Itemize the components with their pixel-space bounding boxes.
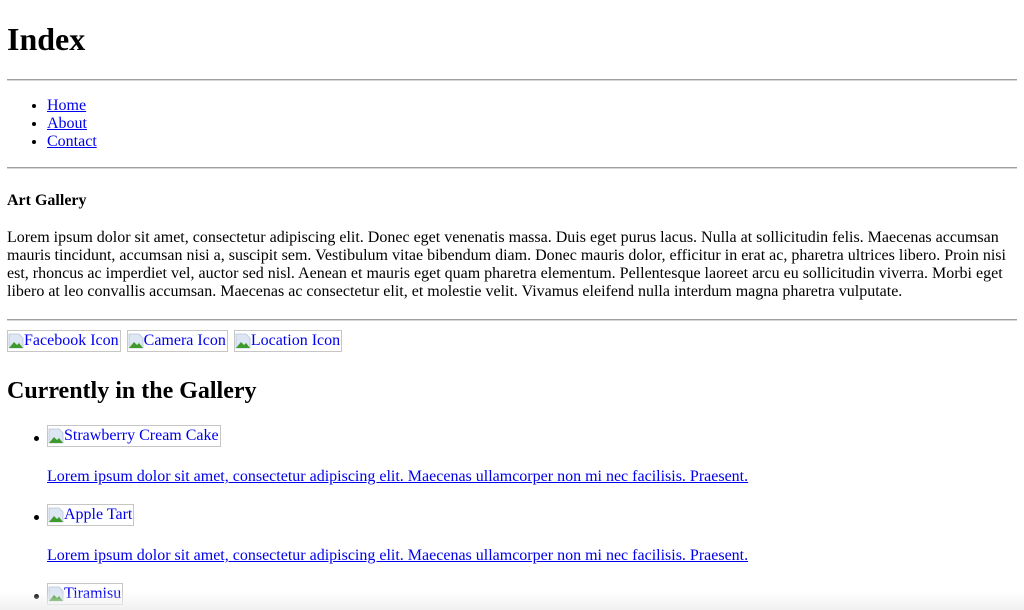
broken-image-icon bbox=[8, 333, 24, 349]
gallery-image-alt: Strawberry Cream Cake bbox=[64, 427, 219, 444]
divider bbox=[7, 167, 1017, 169]
section-heading: Art Gallery bbox=[7, 192, 87, 209]
camera-link[interactable]: Camera Icon bbox=[126, 330, 228, 352]
gallery-item: Tiramisu bbox=[34, 583, 1017, 607]
facebook-icon-alt: Facebook Icon bbox=[24, 332, 119, 349]
gallery-item: Strawberry Cream Cake Lorem ipsum dolor … bbox=[34, 425, 1017, 486]
nav-link-home[interactable]: Home bbox=[47, 97, 86, 114]
gallery-image-link[interactable]: Strawberry Cream Cake bbox=[47, 425, 221, 447]
nav-item-about: About bbox=[47, 115, 1017, 133]
nav-item-contact: Contact bbox=[47, 133, 1017, 151]
gallery-image-alt: Tiramisu bbox=[64, 585, 122, 602]
bullet bbox=[34, 436, 39, 441]
divider bbox=[7, 319, 1017, 321]
camera-icon-alt: Camera Icon bbox=[143, 332, 226, 349]
gallery-image-alt: Apple Tart bbox=[64, 506, 133, 523]
page-title: Index bbox=[7, 21, 86, 57]
broken-image-icon bbox=[48, 586, 64, 602]
main-nav: Home About Contact bbox=[7, 97, 1017, 151]
nav-link-about[interactable]: About bbox=[47, 115, 87, 132]
gallery-item: Apple Tart Lorem ipsum dolor sit amet, c… bbox=[34, 504, 1017, 565]
divider bbox=[7, 79, 1017, 81]
broken-image-icon bbox=[235, 333, 251, 349]
location-link[interactable]: Location Icon bbox=[233, 330, 343, 352]
intro-paragraph: Lorem ipsum dolor sit amet, consectetur … bbox=[7, 229, 1006, 300]
gallery-heading: Currently in the Gallery bbox=[7, 378, 257, 404]
bullet bbox=[34, 515, 39, 520]
gallery-list: Strawberry Cream Cake Lorem ipsum dolor … bbox=[7, 425, 1017, 607]
gallery-description-link[interactable]: Lorem ipsum dolor sit amet, consectetur … bbox=[47, 468, 1017, 486]
page: Index Home About Contact Art Gallery Lor… bbox=[0, 0, 1024, 607]
gallery-description-link[interactable]: Lorem ipsum dolor sit amet, consectetur … bbox=[47, 547, 1017, 565]
broken-image-icon bbox=[128, 333, 144, 349]
location-icon-alt: Location Icon bbox=[250, 332, 341, 349]
nav-link-contact[interactable]: Contact bbox=[47, 133, 97, 150]
broken-image-icon bbox=[48, 428, 64, 444]
broken-image-icon bbox=[48, 507, 64, 523]
bullet bbox=[34, 594, 39, 599]
gallery-image-link[interactable]: Tiramisu bbox=[47, 583, 124, 605]
facebook-link[interactable]: Facebook Icon bbox=[7, 330, 121, 352]
social-icons: Facebook Icon Camera Icon Location Icon bbox=[7, 330, 1017, 352]
gallery-image-link[interactable]: Apple Tart bbox=[47, 504, 135, 526]
nav-item-home: Home bbox=[47, 97, 1017, 115]
